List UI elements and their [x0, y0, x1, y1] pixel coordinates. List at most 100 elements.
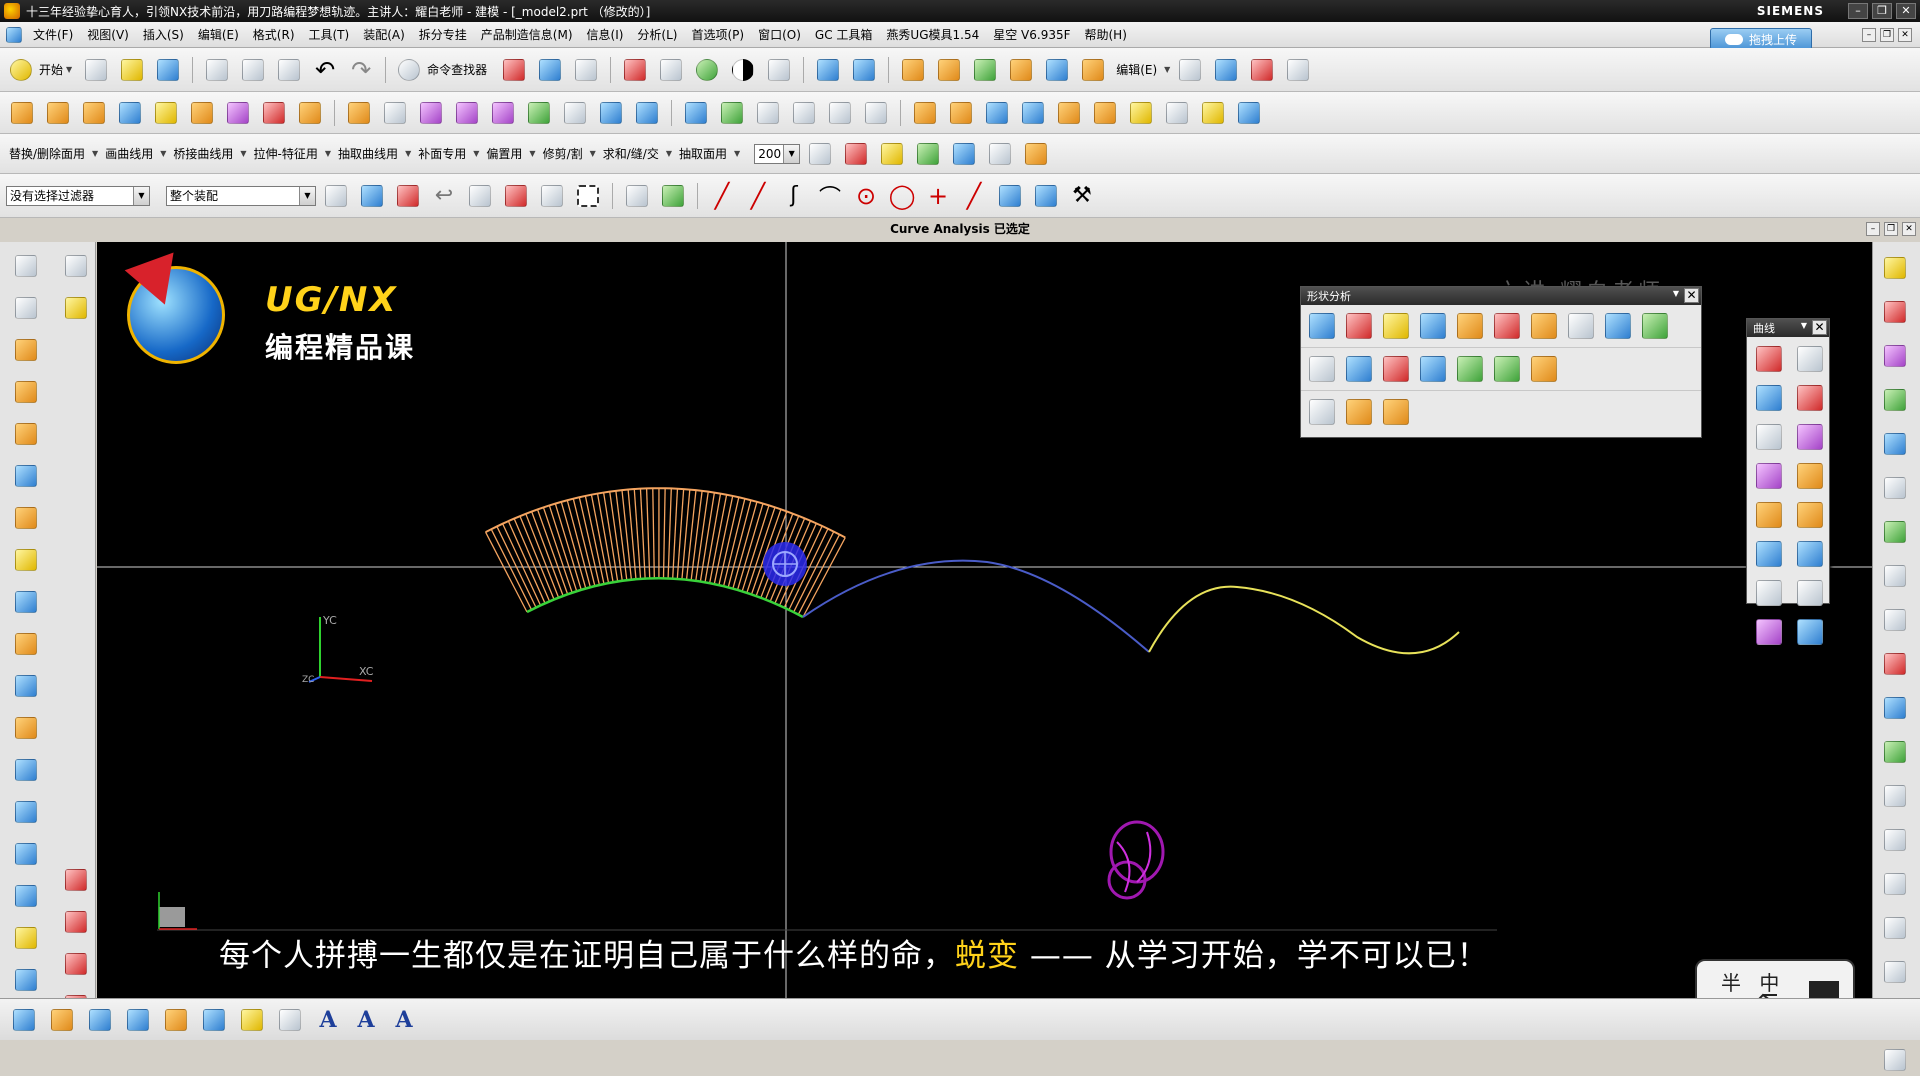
new-file-button[interactable]: [80, 54, 112, 86]
snap-curve-button[interactable]: ʃ: [778, 180, 810, 212]
resource-tool-button[interactable]: [10, 250, 42, 282]
resource-tool-button[interactable]: [1879, 340, 1911, 372]
custom-menu-item[interactable]: 抽取曲线用: [335, 145, 401, 162]
custom-tool-button[interactable]: [948, 138, 980, 170]
menu-item[interactable]: 编辑(E): [191, 26, 246, 43]
zoom-select[interactable]: 200▼: [754, 144, 800, 164]
curve-tool-button[interactable]: [1794, 460, 1826, 492]
mold-tool-6[interactable]: [1077, 54, 1109, 86]
shape-analysis-tool[interactable]: [1528, 353, 1560, 385]
feature-tool-button[interactable]: [523, 97, 555, 129]
edit-tool-2[interactable]: [1210, 54, 1242, 86]
command-finder-button[interactable]: 命令查找器: [394, 54, 494, 86]
curve-tool-button[interactable]: [1794, 577, 1826, 609]
resource-tool-button[interactable]: [10, 838, 42, 870]
feature-tool-button[interactable]: [487, 97, 519, 129]
resource-tool-button[interactable]: [60, 250, 92, 282]
text-tool-button[interactable]: A: [312, 1004, 344, 1036]
resource-tool-button[interactable]: [10, 964, 42, 996]
redo-button[interactable]: ↷: [345, 54, 377, 86]
edit-tool-4[interactable]: [1282, 54, 1314, 86]
bottom-tool-button[interactable]: [46, 1004, 78, 1036]
shape-analysis-tool[interactable]: [1417, 353, 1449, 385]
feature-tool-button[interactable]: [294, 97, 326, 129]
curve-segment-green[interactable]: [527, 578, 803, 617]
strip-restore-button[interactable]: ❐: [1884, 222, 1898, 236]
filter-select[interactable]: 没有选择过滤器 ▼: [6, 186, 150, 206]
curve-tool-button[interactable]: [1794, 616, 1826, 648]
save-button[interactable]: [152, 54, 184, 86]
resource-tool-button[interactable]: [1879, 472, 1911, 504]
feature-tool-button[interactable]: [343, 97, 375, 129]
custom-menu-item[interactable]: 桥接曲线用: [170, 145, 236, 162]
feature-tool-button[interactable]: [42, 97, 74, 129]
menu-item[interactable]: 拆分专挂: [412, 26, 474, 43]
strip-minimize-button[interactable]: –: [1866, 222, 1880, 236]
bottom-tool-button[interactable]: [84, 1004, 116, 1036]
shape-analysis-tool[interactable]: [1528, 310, 1560, 342]
open-file-button[interactable]: [116, 54, 148, 86]
feature-tool-button[interactable]: [222, 97, 254, 129]
panel-options-icon[interactable]: ▼: [1673, 289, 1679, 298]
feature-tool-button[interactable]: [78, 97, 110, 129]
curve-tool-button[interactable]: [1794, 382, 1826, 414]
assembly-tool-2[interactable]: [848, 54, 880, 86]
selection-tool-5[interactable]: [464, 180, 496, 212]
background-button[interactable]: [763, 54, 795, 86]
selection-tool-3[interactable]: [392, 180, 424, 212]
mold-tool-1[interactable]: [897, 54, 929, 86]
feature-tool-button[interactable]: [1197, 97, 1229, 129]
menu-item[interactable]: 产品制造信息(M): [474, 26, 580, 43]
menu-item[interactable]: 文件(F): [26, 26, 80, 43]
resource-tool-button[interactable]: [1879, 780, 1911, 812]
custom-menu-item[interactable]: 求和/缝/交: [600, 145, 662, 162]
resource-tool-button[interactable]: [60, 906, 92, 938]
resource-tool-button[interactable]: [1879, 824, 1911, 856]
selection-tool-2[interactable]: [356, 180, 388, 212]
text-tool-button[interactable]: A: [350, 1004, 382, 1036]
bottom-tool-button[interactable]: [122, 1004, 154, 1036]
copy-button[interactable]: [237, 54, 269, 86]
feature-tool-button[interactable]: [1161, 97, 1193, 129]
resource-tool-button[interactable]: [1879, 604, 1911, 636]
snap-line2-button[interactable]: ╱: [742, 180, 774, 212]
menu-item[interactable]: 信息(I): [580, 26, 631, 43]
snap-midpoint-button[interactable]: [657, 180, 689, 212]
menu-item[interactable]: 插入(S): [136, 26, 191, 43]
menu-item[interactable]: 燕秀UG模具1.54: [879, 26, 986, 43]
feature-tool-button[interactable]: [860, 97, 892, 129]
menu-item[interactable]: 工具(T): [302, 26, 357, 43]
resource-tool-button[interactable]: [1879, 912, 1911, 944]
scope-select[interactable]: 整个装配 ▼: [166, 186, 316, 206]
feature-tool-button[interactable]: [258, 97, 290, 129]
curve-tool-button[interactable]: [1753, 577, 1785, 609]
feature-tool-button[interactable]: [114, 97, 146, 129]
resource-tool-button[interactable]: [10, 502, 42, 534]
feature-tool-button[interactable]: [631, 97, 663, 129]
curve-tool-button[interactable]: [1794, 538, 1826, 570]
shape-analysis-tool[interactable]: [1380, 310, 1412, 342]
menu-item[interactable]: 窗口(O): [751, 26, 808, 43]
snap-body-button[interactable]: [1030, 180, 1062, 212]
resource-tool-button[interactable]: [1879, 560, 1911, 592]
curve-panel-options-icon[interactable]: ▼: [1801, 321, 1807, 330]
feature-tool-button[interactable]: [451, 97, 483, 129]
mold-tool-4[interactable]: [1005, 54, 1037, 86]
feature-tool-button[interactable]: [752, 97, 784, 129]
undo-button[interactable]: ↶: [309, 54, 341, 86]
curve-segment-yellow[interactable]: [1149, 587, 1459, 654]
mold-tool-3[interactable]: [969, 54, 1001, 86]
paste-button[interactable]: [273, 54, 305, 86]
feature-tool-button[interactable]: [716, 97, 748, 129]
mold-tool-5[interactable]: [1041, 54, 1073, 86]
feature-tool-button[interactable]: [981, 97, 1013, 129]
edit-tool-1[interactable]: [1174, 54, 1206, 86]
feature-tool-button[interactable]: [1233, 97, 1265, 129]
shape-analysis-tool[interactable]: [1491, 353, 1523, 385]
resource-tool-button[interactable]: [10, 586, 42, 618]
feature-tool-button[interactable]: [559, 97, 591, 129]
curve-tool-button[interactable]: [1753, 499, 1785, 531]
menu-item[interactable]: 帮助(H): [1078, 26, 1134, 43]
resource-tool-button[interactable]: [1879, 736, 1911, 768]
edit-menu-label[interactable]: 编辑(E): [1113, 61, 1160, 78]
